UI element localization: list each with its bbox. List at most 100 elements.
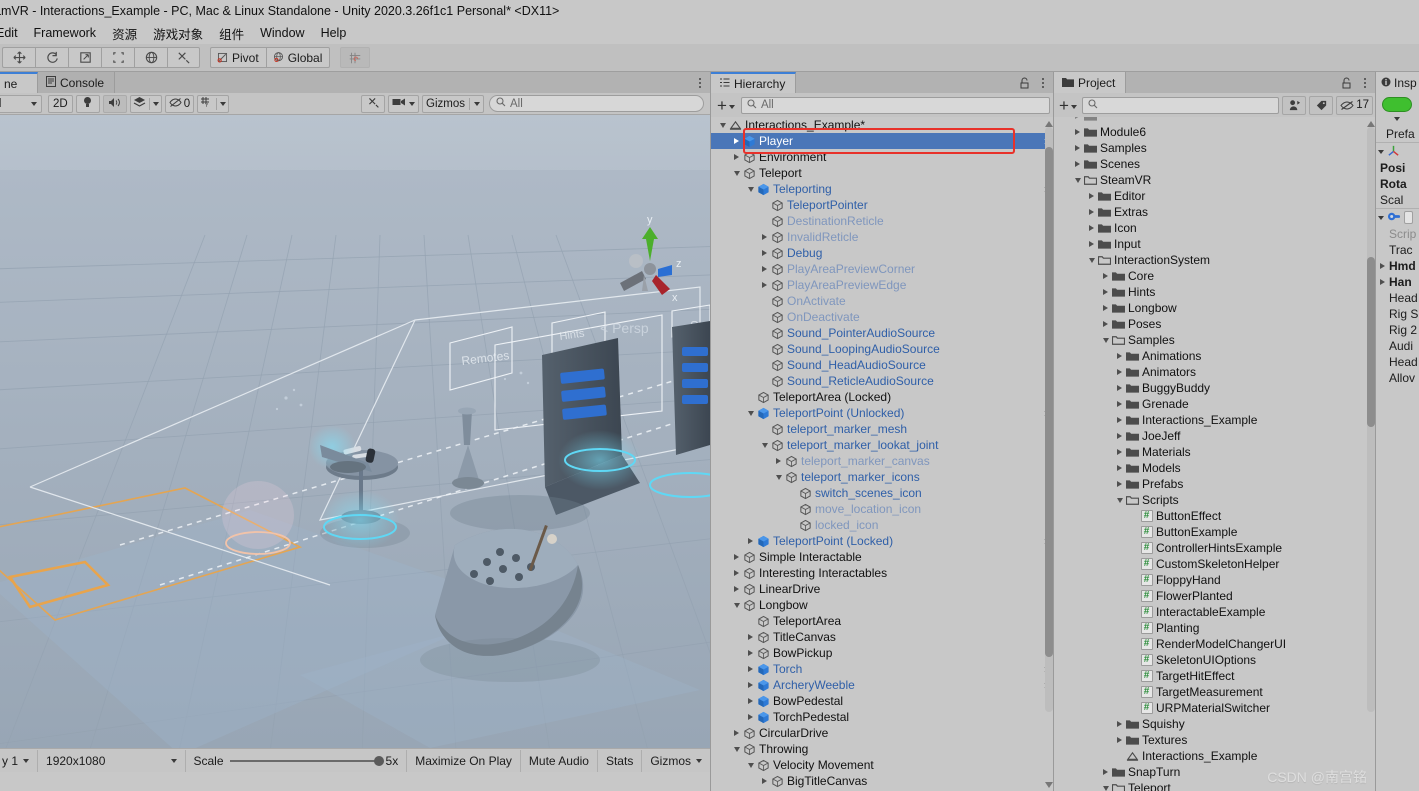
project-filter-type-button[interactable] [1282, 95, 1307, 115]
project-item[interactable]: # Planting [1054, 620, 1376, 636]
project-search-input[interactable] [1081, 96, 1280, 114]
project-item[interactable]: # URPMaterialSwitcher [1054, 700, 1376, 716]
project-item[interactable]: JoeJeff [1054, 428, 1376, 444]
hierarchy-item[interactable]: OnActivate [711, 293, 1054, 309]
hierarchy-item[interactable]: Simple Interactable [711, 549, 1054, 565]
inspector-property-row[interactable]: Audi [1376, 338, 1419, 354]
inspector-property-row[interactable]: Head [1376, 290, 1419, 306]
project-item[interactable]: # FloppyHand [1054, 572, 1376, 588]
mode-2d-button[interactable]: 2D [48, 94, 73, 113]
chevron-down-icon[interactable] [1378, 215, 1384, 220]
project-item[interactable]: Editor [1054, 188, 1376, 204]
project-item[interactable]: Animators [1054, 364, 1376, 380]
hierarchy-item[interactable]: ArcheryWeeble› [711, 677, 1054, 693]
scene-search-input[interactable]: All [489, 95, 704, 112]
game-gizmos-dropdown[interactable]: Gizmos [642, 750, 710, 772]
menu-item-framework[interactable]: Framework [26, 24, 105, 42]
rotate-tool-button[interactable] [68, 47, 101, 68]
project-add-button[interactable]: + [1057, 97, 1079, 114]
scale-slider-knob[interactable] [373, 755, 384, 766]
inspector-property-row[interactable]: Head [1376, 354, 1419, 370]
hierarchy-scrollbar[interactable] [1045, 127, 1053, 712]
hierarchy-item[interactable]: PlayAreaPreviewCorner [711, 261, 1054, 277]
project-item[interactable]: InteractionSystem [1054, 252, 1376, 268]
hierarchy-item[interactable]: Debug [711, 245, 1054, 261]
project-item[interactable]: # TargetMeasurement [1054, 684, 1376, 700]
inspector-property-row[interactable]: Rig 2 [1376, 322, 1419, 338]
maximize-on-play-button[interactable]: Maximize On Play [407, 749, 521, 772]
hierarchy-item[interactable]: TeleportArea [711, 613, 1054, 629]
hierarchy-item[interactable]: TorchPedestal [711, 709, 1054, 725]
hierarchy-item[interactable]: TeleportPointer [711, 197, 1054, 213]
grid-snapping-button[interactable] [340, 47, 371, 68]
hierarchy-item[interactable]: teleport_marker_mesh [711, 421, 1054, 437]
project-item[interactable]: Squishy [1054, 716, 1376, 732]
project-item[interactable]: Materials [1054, 444, 1376, 460]
hierarchy-search-input[interactable]: All [740, 96, 1050, 114]
project-hidden-count-button[interactable]: 17 [1336, 95, 1373, 115]
menu-item-gameobject[interactable]: 游戏对象 [145, 22, 211, 45]
mute-audio-button[interactable]: Mute Audio [521, 749, 598, 772]
hierarchy-item[interactable]: switch_scenes_icon [711, 485, 1054, 501]
hierarchy-tree[interactable]: Interactions_Example*Player›Environment T… [711, 117, 1054, 791]
hierarchy-item[interactable]: locked_icon [711, 517, 1054, 533]
inspector-property-row[interactable]: Allov [1376, 370, 1419, 386]
hierarchy-item[interactable]: move_location_icon [711, 501, 1054, 517]
inspector-property-row[interactable]: Han [1376, 274, 1419, 290]
project-item[interactable]: Module6 [1054, 124, 1376, 140]
audio-toggle-button[interactable] [102, 94, 127, 113]
script-section-header[interactable] [1376, 208, 1419, 226]
lock-icon[interactable] [1019, 77, 1031, 90]
tab-inspector[interactable]: Insp [1376, 72, 1419, 93]
project-item[interactable]: # ButtonExample [1054, 524, 1376, 540]
project-item[interactable]: # ControllerHintsExample [1054, 540, 1376, 556]
tab-hierarchy[interactable]: Hierarchy [711, 72, 797, 93]
inspector-property-row[interactable]: Hmd [1376, 258, 1419, 274]
pivot-toggle-button[interactable]: Pivot [210, 47, 266, 68]
hierarchy-item[interactable]: Interesting Interactables [711, 565, 1054, 581]
scale-slider[interactable] [229, 755, 384, 766]
grid-visibility-button[interactable]: Y [197, 94, 230, 113]
project-item[interactable]: Scripts [1054, 492, 1376, 508]
menu-item-window[interactable]: Window [252, 24, 312, 42]
project-item[interactable]: # RenderModelChangerUI [1054, 636, 1376, 652]
transform-section-header[interactable] [1376, 142, 1419, 160]
scene-tools-button[interactable] [361, 94, 386, 113]
project-tree[interactable]: Module6 Samples Scenes SteamVR Editor Extras I… [1054, 117, 1376, 791]
inspector-property-row[interactable]: Trac [1376, 242, 1419, 258]
hierarchy-item[interactable]: Interactions_Example* [711, 117, 1054, 133]
project-item[interactable]: Textures [1054, 732, 1376, 748]
hierarchy-item[interactable]: Teleport [711, 165, 1054, 181]
component-enabled-checkbox[interactable] [1404, 211, 1413, 224]
hierarchy-item[interactable]: BigTitleCanvas [711, 773, 1054, 789]
menu-item-assets[interactable]: 资源 [104, 22, 145, 45]
rect-tool-button[interactable] [134, 47, 167, 68]
move-tool-button[interactable] [35, 47, 68, 68]
project-item[interactable]: BuggyBuddy [1054, 380, 1376, 396]
hierarchy-item[interactable]: Torch› [711, 661, 1054, 677]
menu-item-edit[interactable]: Edit [0, 24, 26, 42]
hierarchy-item[interactable]: TitleCanvas [711, 629, 1054, 645]
project-item[interactable]: # TargetHitEffect [1054, 668, 1376, 684]
project-scroll-up-icon[interactable] [1366, 119, 1375, 128]
scale-tool-button[interactable] [101, 47, 134, 68]
project-item[interactable]: Animations [1054, 348, 1376, 364]
hierarchy-item[interactable]: OnDeactivate [711, 309, 1054, 325]
scale-slider-group[interactable]: Scale 5x [186, 749, 408, 772]
hierarchy-item[interactable]: Sound_HeadAudioSource [711, 357, 1054, 373]
project-item[interactable]: # InteractableExample [1054, 604, 1376, 620]
hierarchy-item[interactable]: TeleportArea (Locked) [711, 389, 1054, 405]
project-item[interactable]: Samples [1054, 140, 1376, 156]
project-item[interactable] [1054, 117, 1376, 124]
hierarchy-item[interactable]: Sound_ReticleAudioSource [711, 373, 1054, 389]
tab-scene[interactable]: ne [0, 72, 38, 93]
project-item[interactable]: Core [1054, 268, 1376, 284]
lighting-toggle-button[interactable] [75, 94, 100, 113]
hierarchy-item[interactable]: Environment [711, 149, 1054, 165]
inspector-property-row[interactable]: Rig S [1376, 306, 1419, 322]
hierarchy-item[interactable]: BowPickup [711, 645, 1054, 661]
hierarchy-item[interactable]: LinearDrive [711, 581, 1054, 597]
active-toggle[interactable] [1382, 97, 1412, 112]
hierarchy-item[interactable]: Velocity Movement [711, 757, 1054, 773]
project-item[interactable]: # FlowerPlanted [1054, 588, 1376, 604]
